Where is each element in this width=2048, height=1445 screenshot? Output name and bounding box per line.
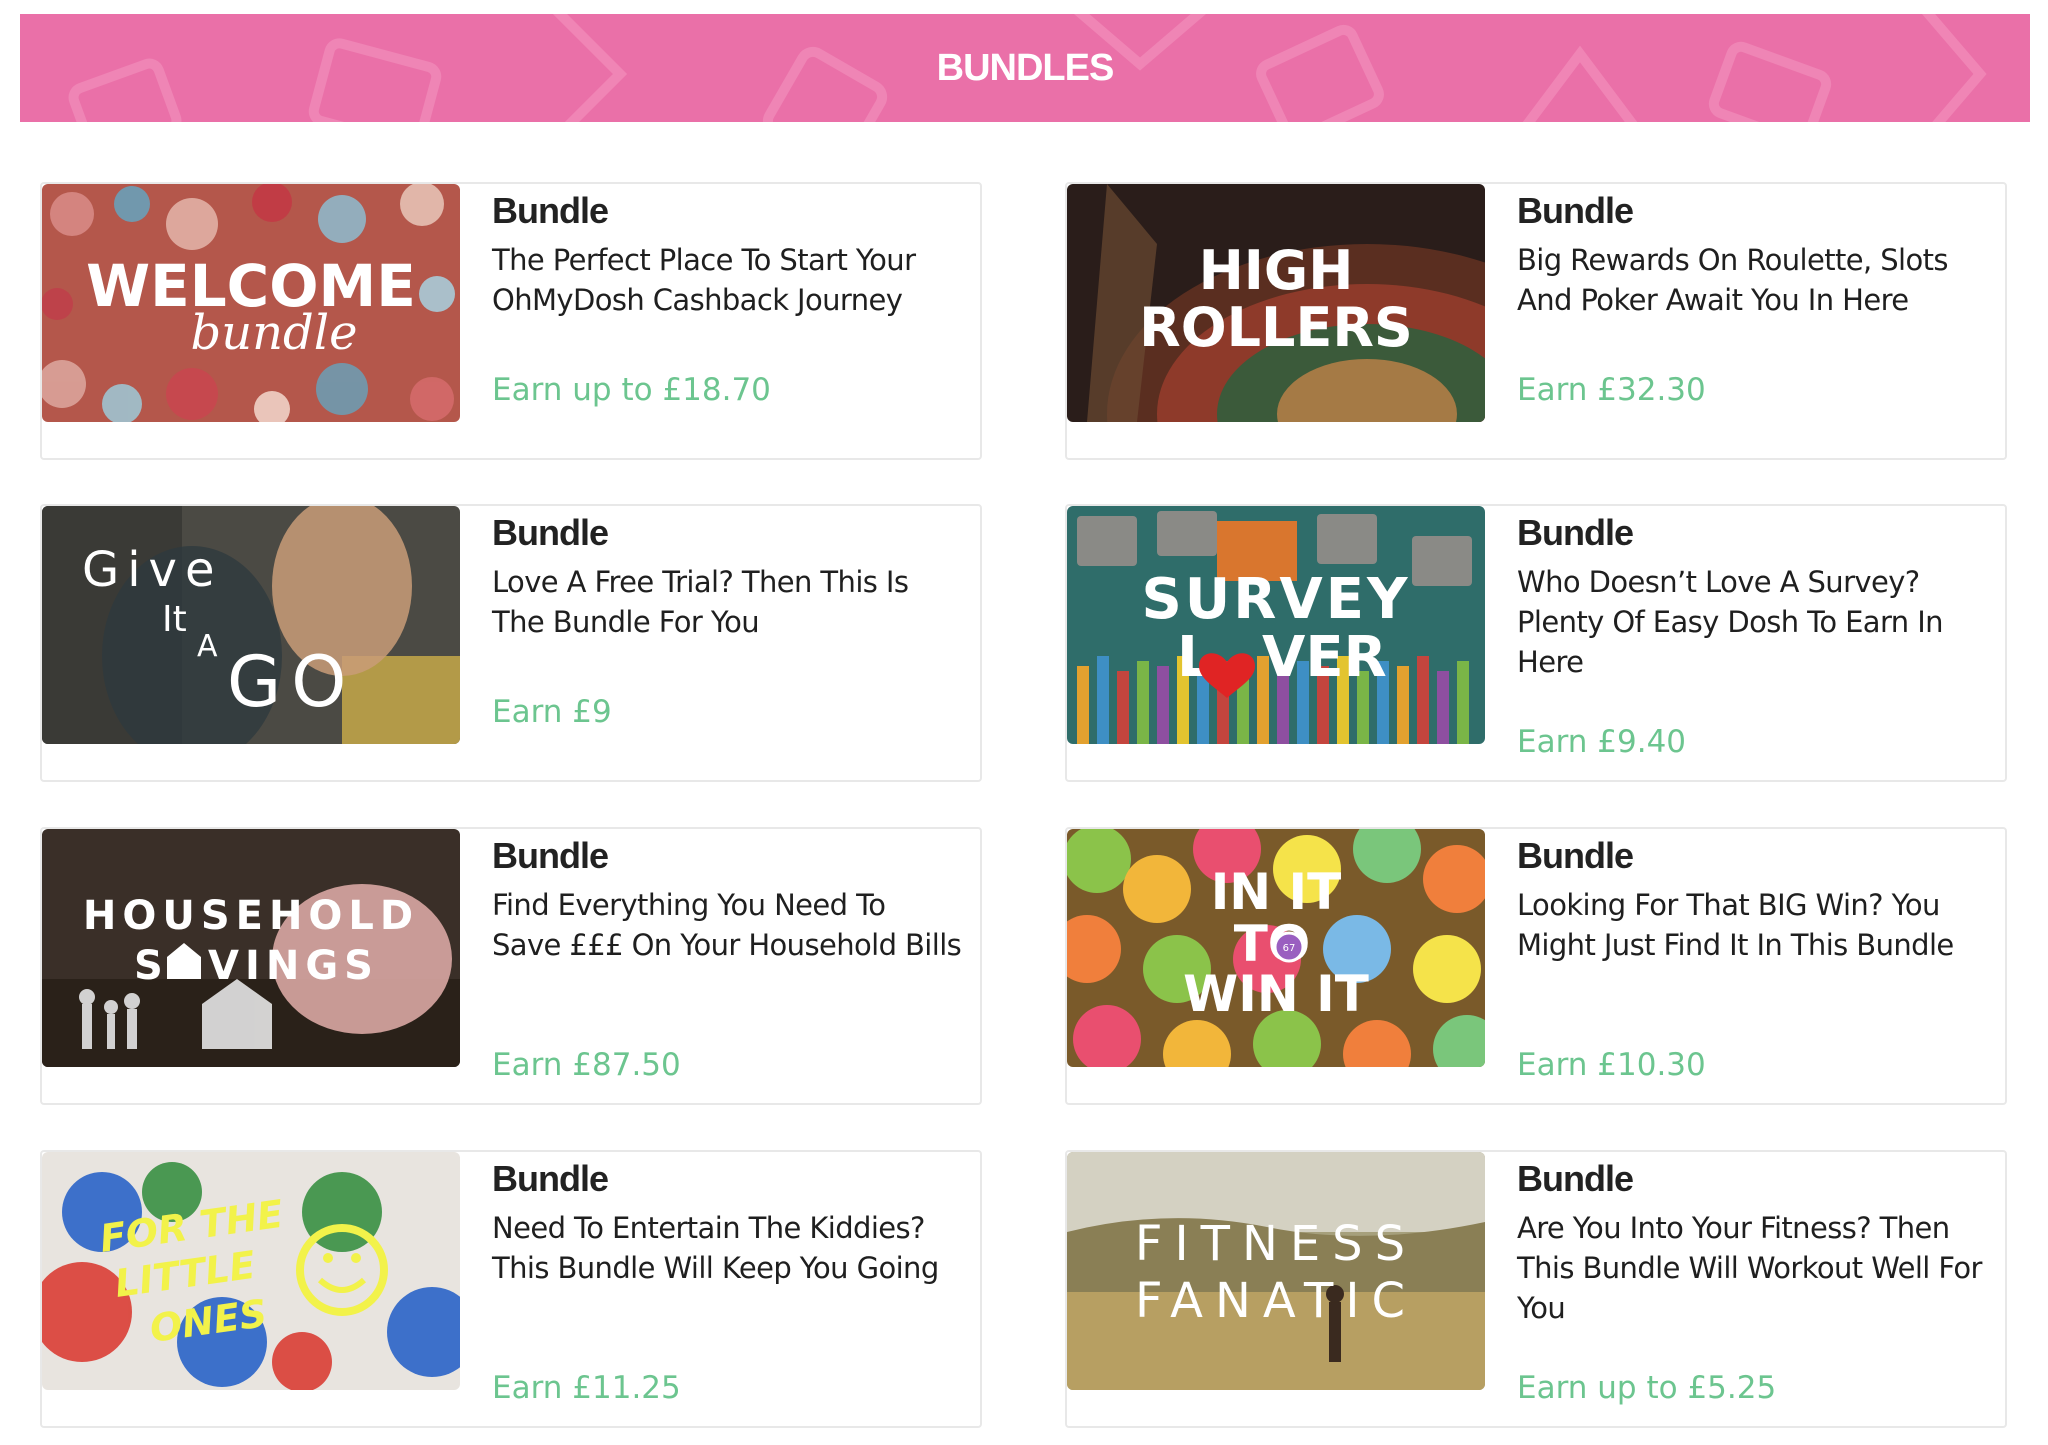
household-line1: HOUSEHOLD [83,893,419,939]
win-line3: WIN IT [1183,965,1369,1023]
fitness-line1: FITNESS [1135,1216,1417,1272]
a-word: A [197,629,218,664]
win-line1: IN IT [1211,863,1342,921]
bundle-description: Who Doesn’t Love A Survey? Plenty Of Eas… [1517,565,1944,679]
bundle-card-welcome[interactable]: WELCOME bundle Bundle The Perfect Place … [40,182,982,460]
bundle-kicker: Bundle [492,190,609,231]
bundle-description: The Perfect Place To Start Your OhMyDosh… [492,243,916,317]
bundle-kicker: Bundle [1517,835,1634,876]
bundle-image-for-the-little-ones: FOR THE LITTLE ONES [42,1152,460,1390]
bundle-description: Are You Into Your Fitness? Then This Bun… [1517,1211,1982,1325]
household-line2-s: S [134,943,169,989]
bundle-image-fitness-fanatic: FITNESS FANATIC [1067,1152,1485,1390]
bundle-earn: Earn £9.40 [1517,724,1687,760]
bundles-banner: BUNDLES [20,14,2030,122]
bundle-earn: Earn £11.25 [492,1370,681,1406]
bundle-kicker: Bundle [492,512,609,553]
bundle-earn: Earn up to £5.25 [1517,1370,1777,1406]
high-rollers-line2: ROLLERS [1139,296,1413,359]
bundle-earn: Earn £10.30 [1517,1047,1706,1083]
give-word: Give [82,542,222,598]
bundle-earn: Earn £9 [492,694,612,730]
household-line2-vings: VINGS [208,943,379,989]
bundle-card-high-rollers[interactable]: HIGH ROLLERS Bundle Big Rewards On Roule… [1065,182,2007,460]
bundle-description: Need To Entertain The Kiddies? This Bund… [492,1211,939,1285]
bundle-kicker: Bundle [492,1158,609,1199]
survey-line1: SURVEY [1141,567,1410,632]
bundle-card-household-savings[interactable]: HOUSEHOLD S VINGS Bundle Find Everything… [40,827,982,1105]
bundle-card-in-it-to-win-it[interactable]: IN IT TO 67 WIN IT Bundle Looking For Th… [1065,827,2007,1105]
page-title: BUNDLES [936,46,1115,89]
bundle-earn: Earn up to £18.70 [492,372,771,408]
bundle-kicker: Bundle [1517,1158,1634,1199]
bundle-description: Love A Free Trial? Then This Is The Bund… [492,565,909,639]
bundle-description: Looking For That BIG Win? You Might Just… [1517,888,1954,962]
it-word: It [162,599,187,640]
welcome-subtitle-text: bundle [190,305,357,361]
fitness-line2: FANATIC [1135,1273,1417,1329]
bundle-card-for-the-little-ones[interactable]: FOR THE LITTLE ONES Bundle Need To Enter… [40,1150,982,1428]
bundle-image-give-it-a-go: Give It A GO [42,506,460,744]
survey-line2-ver: VER [1262,625,1387,690]
bingo-ball-number: 67 [1283,943,1296,954]
bundle-description: Big Rewards On Roulette, Slots And Poker… [1517,243,1949,317]
bundle-earn: Earn £32.30 [1517,372,1706,408]
bundle-card-fitness-fanatic[interactable]: FITNESS FANATIC Bundle Are You Into Your… [1065,1150,2007,1428]
bundle-kicker: Bundle [1517,190,1634,231]
bundle-image-welcome: WELCOME bundle [42,184,460,422]
bundle-description: Find Everything You Need To Save £££ On … [492,888,962,962]
bundle-earn: Earn £87.50 [492,1047,681,1083]
go-word: GO [227,641,356,723]
bundle-card-survey-lover[interactable]: SURVEY L VER Bundle Who Doesn’t Love A S… [1065,504,2007,782]
high-rollers-line1: HIGH [1199,239,1354,302]
bundle-image-household-savings: HOUSEHOLD S VINGS [42,829,460,1067]
bundle-card-give-it-a-go[interactable]: Give It A GO Bundle Love A Free Trial? T… [40,504,982,782]
bundle-kicker: Bundle [1517,512,1634,553]
bundle-image-high-rollers: HIGH ROLLERS [1067,184,1485,422]
bundle-image-survey-lover: SURVEY L VER [1067,506,1485,744]
bundle-kicker: Bundle [492,835,609,876]
bundle-image-in-it-to-win-it: IN IT TO 67 WIN IT [1067,829,1485,1067]
